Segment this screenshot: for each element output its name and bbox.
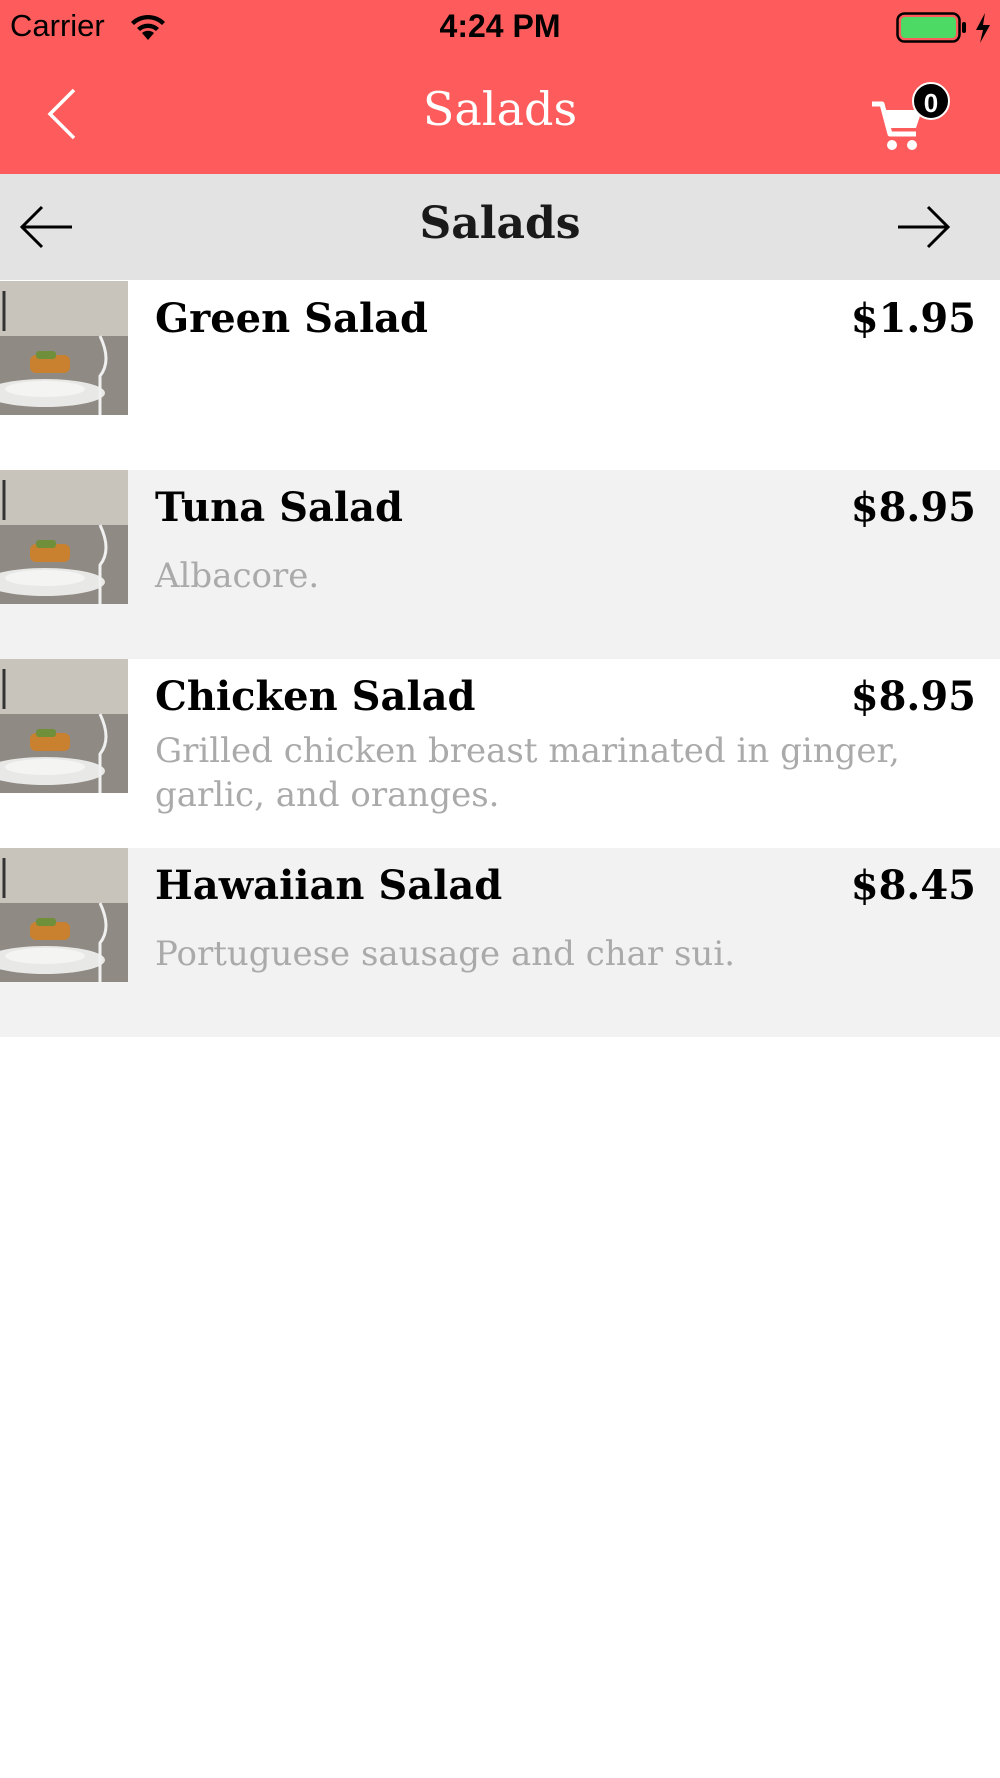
battery-icon bbox=[896, 12, 966, 43]
nav-title: Salads bbox=[422, 82, 578, 136]
status-time: 4:24 PM bbox=[439, 8, 561, 44]
arrow-right-icon bbox=[898, 205, 951, 249]
item-description: Albacore. bbox=[155, 556, 320, 596]
item-thumbnail bbox=[0, 281, 128, 415]
cart-button[interactable]: 0 bbox=[864, 82, 954, 154]
nav-header: Carrier 4:24 PM Salads 0 bbox=[0, 0, 1000, 174]
item-name: Green Salad bbox=[155, 295, 429, 342]
item-price: $8.95 bbox=[850, 673, 976, 720]
item-thumbnail bbox=[0, 470, 128, 604]
next-category-button[interactable] bbox=[896, 202, 952, 252]
category-bar: Salads bbox=[0, 174, 1000, 280]
item-price: $1.95 bbox=[850, 295, 976, 342]
cart-count-badge: 0 bbox=[912, 82, 950, 120]
item-description: Grilled chicken breast marinated in ging… bbox=[155, 731, 900, 815]
item-name: Chicken Salad bbox=[155, 673, 476, 720]
charging-bolt-icon bbox=[976, 13, 990, 43]
item-name: Hawaiian Salad bbox=[155, 862, 503, 909]
menu-item[interactable]: Chicken Salad $8.95 Grilled chicken brea… bbox=[0, 659, 1000, 848]
item-thumbnail bbox=[0, 848, 128, 982]
status-bar: Carrier 4:24 PM bbox=[0, 0, 1000, 56]
item-description: Portuguese sausage and char sui. bbox=[155, 934, 736, 974]
item-price: $8.95 bbox=[850, 484, 976, 531]
menu-list: Green Salad $1.95 Tuna Salad $8.95 Albac… bbox=[0, 281, 1000, 1037]
menu-item[interactable]: Tuna Salad $8.95 Albacore. bbox=[0, 470, 1000, 659]
category-title: Salads bbox=[419, 198, 581, 249]
item-price: $8.45 bbox=[850, 862, 976, 909]
menu-item[interactable]: Green Salad $1.95 bbox=[0, 281, 1000, 470]
item-name: Tuna Salad bbox=[155, 484, 403, 531]
item-thumbnail bbox=[0, 659, 128, 793]
menu-item[interactable]: Hawaiian Salad $8.45 Portuguese sausage … bbox=[0, 848, 1000, 1037]
